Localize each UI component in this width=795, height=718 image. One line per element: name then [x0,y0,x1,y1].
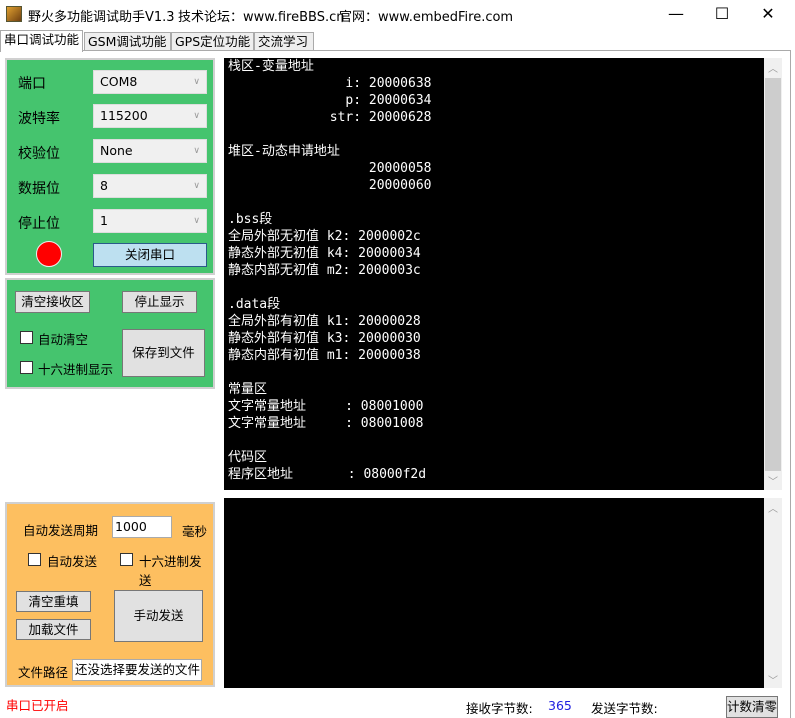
parity-value: None [100,143,133,158]
receive-line: .data段 [228,297,281,312]
file-path-label: 文件路径 [18,665,69,680]
receive-line: 全局外部有初值 k1: 20000028 [228,314,421,329]
send-textarea[interactable] [224,498,764,688]
port-label: 端口 [18,76,46,92]
clear-receive-button[interactable]: 清空接收区 [15,291,90,313]
period-label: 自动发送周期 [23,523,99,538]
auto-clear-label: 自动清空 [38,332,89,347]
scroll-up-icon[interactable]: ︿ [764,60,782,75]
stop-display-button[interactable]: 停止显示 [122,291,197,313]
serial-settings-panel: 端口 COM8 ∨ 波特率 115200 ∨ 校验位 None ∨ 数据位 8 ∨ 停止… [5,58,215,275]
receive-line: 全局外部无初值 k2: 2000002c [228,229,421,244]
window-title: 野火多功能调试助手V1.3 [28,10,175,25]
parity-label: 校验位 [18,146,60,162]
load-file-button[interactable]: 加载文件 [16,619,91,640]
tab-gsm[interactable]: GSM调试功能 [84,32,171,51]
hex-send-label: 十六进制发送 [139,554,202,588]
tab-serial[interactable]: 串口调试功能 [0,30,83,52]
hex-send-checkbox[interactable] [120,553,133,566]
receive-line: str: 20000628 [228,110,432,125]
period-unit: 毫秒 [182,524,208,539]
receive-line: 文字常量地址 : 08001008 [228,416,424,431]
receive-line [228,194,760,211]
stopbits-label: 停止位 [18,216,60,232]
port-select[interactable]: COM8 ∨ [93,70,207,94]
auto-clear-checkbox[interactable] [20,331,33,344]
stopbits-value: 1 [100,213,108,228]
auto-send-checkbox[interactable] [28,553,41,566]
clear-refill-button[interactable]: 清空重填 [16,591,91,612]
receive-line: 常量区 [228,382,268,397]
receive-line: 代码区 [228,450,268,465]
tab-gps[interactable]: GPS定位功能 [171,32,254,51]
receive-line: 堆区-动态申请地址 [228,144,340,159]
receive-line: 20000060 [228,178,432,193]
hex-display-checkbox[interactable] [20,361,33,374]
period-input[interactable]: 1000 [112,516,172,538]
close-icon[interactable]: ✕ [745,0,791,30]
receive-line: 文字常量地址 : 08001000 [228,399,424,414]
receive-options-panel: 清空接收区 停止显示 自动清空 十六进制显示 保存到文件 [5,278,215,389]
receive-line: 静态外部无初值 k4: 20000034 [228,246,421,261]
scroll-thumb[interactable] [765,78,781,471]
receive-line: i: 20000638 [228,76,432,91]
tx-count-label: 发送字节数: [591,701,658,716]
title-bar: 野火多功能调试助手V1.3 技术论坛：www.fireBBS.cn 官网：www… [0,0,791,30]
website-link: 官网：www.embedFire.com [339,10,514,25]
receive-line [228,279,760,296]
tab-exchange[interactable]: 交流学习 [254,32,314,51]
port-status-led [36,241,62,267]
baud-value: 115200 [100,108,148,123]
receive-line: 栈区-变量地址 [228,59,314,74]
manual-send-button[interactable]: 手动发送 [114,590,203,642]
rx-count-label: 接收字节数: [466,701,533,716]
receive-line: .bss段 [228,212,273,227]
minimize-icon[interactable]: — [653,0,699,30]
send-scrollbar[interactable]: ︿ ﹀ [764,498,782,688]
parity-select[interactable]: None ∨ [93,139,207,163]
databits-label: 数据位 [18,181,60,197]
receive-lines: 栈区-变量地址 i: 20000638 p: 20000634 str: 200… [228,58,760,483]
receive-line [228,364,760,381]
receive-line: 程序区地址 : 08000f2d [228,467,427,482]
chevron-down-icon: ∨ [193,146,200,156]
scroll-up-icon[interactable]: ︿ [764,500,782,515]
hex-display-label: 十六进制显示 [38,362,114,377]
receive-line: 20000058 [228,161,432,176]
chevron-down-icon: ∨ [193,111,200,121]
stopbits-select[interactable]: 1 ∨ [93,209,207,233]
port-status-text: 串口已开启 [6,698,69,713]
receive-scrollbar[interactable]: ︿ ﹀ [764,58,782,490]
forum-link: 技术论坛：www.fireBBS.cn [178,10,345,25]
maximize-icon[interactable]: ☐ [699,0,745,30]
reset-counter-button[interactable]: 计数清零 [726,696,778,718]
receive-line: 静态内部无初值 m2: 2000003c [228,263,421,278]
receive-line [228,126,760,143]
rx-count-value: 365 [548,698,572,713]
receive-line: 静态内部有初值 m1: 20000038 [228,348,421,363]
scroll-down-icon[interactable]: ﹀ [764,672,782,687]
send-panel: 自动发送周期 1000 毫秒 自动发送 十六进制发送 清空重填 加载文件 手动发… [5,502,215,687]
baud-select[interactable]: 115200 ∨ [93,104,207,128]
chevron-down-icon: ∨ [193,77,200,87]
port-value: COM8 [100,74,138,89]
databits-value: 8 [100,178,108,193]
close-port-button[interactable]: 关闭串口 [93,243,207,267]
receive-line: 静态外部有初值 k3: 20000030 [228,331,421,346]
databits-select[interactable]: 8 ∨ [93,174,207,198]
baud-label: 波特率 [18,111,60,127]
file-path-input[interactable]: 还没选择要发送的文件 [72,659,202,681]
chevron-down-icon: ∨ [193,181,200,191]
chevron-down-icon: ∨ [193,216,200,226]
receive-textarea[interactable]: 栈区-变量地址 i: 20000638 p: 20000634 str: 200… [224,58,764,490]
receive-line [228,432,760,449]
app-logo-icon [6,6,22,22]
save-to-file-button[interactable]: 保存到文件 [122,329,205,377]
receive-line: p: 20000634 [228,93,432,108]
scroll-down-icon[interactable]: ﹀ [764,473,782,488]
auto-send-label: 自动发送 [47,554,98,569]
